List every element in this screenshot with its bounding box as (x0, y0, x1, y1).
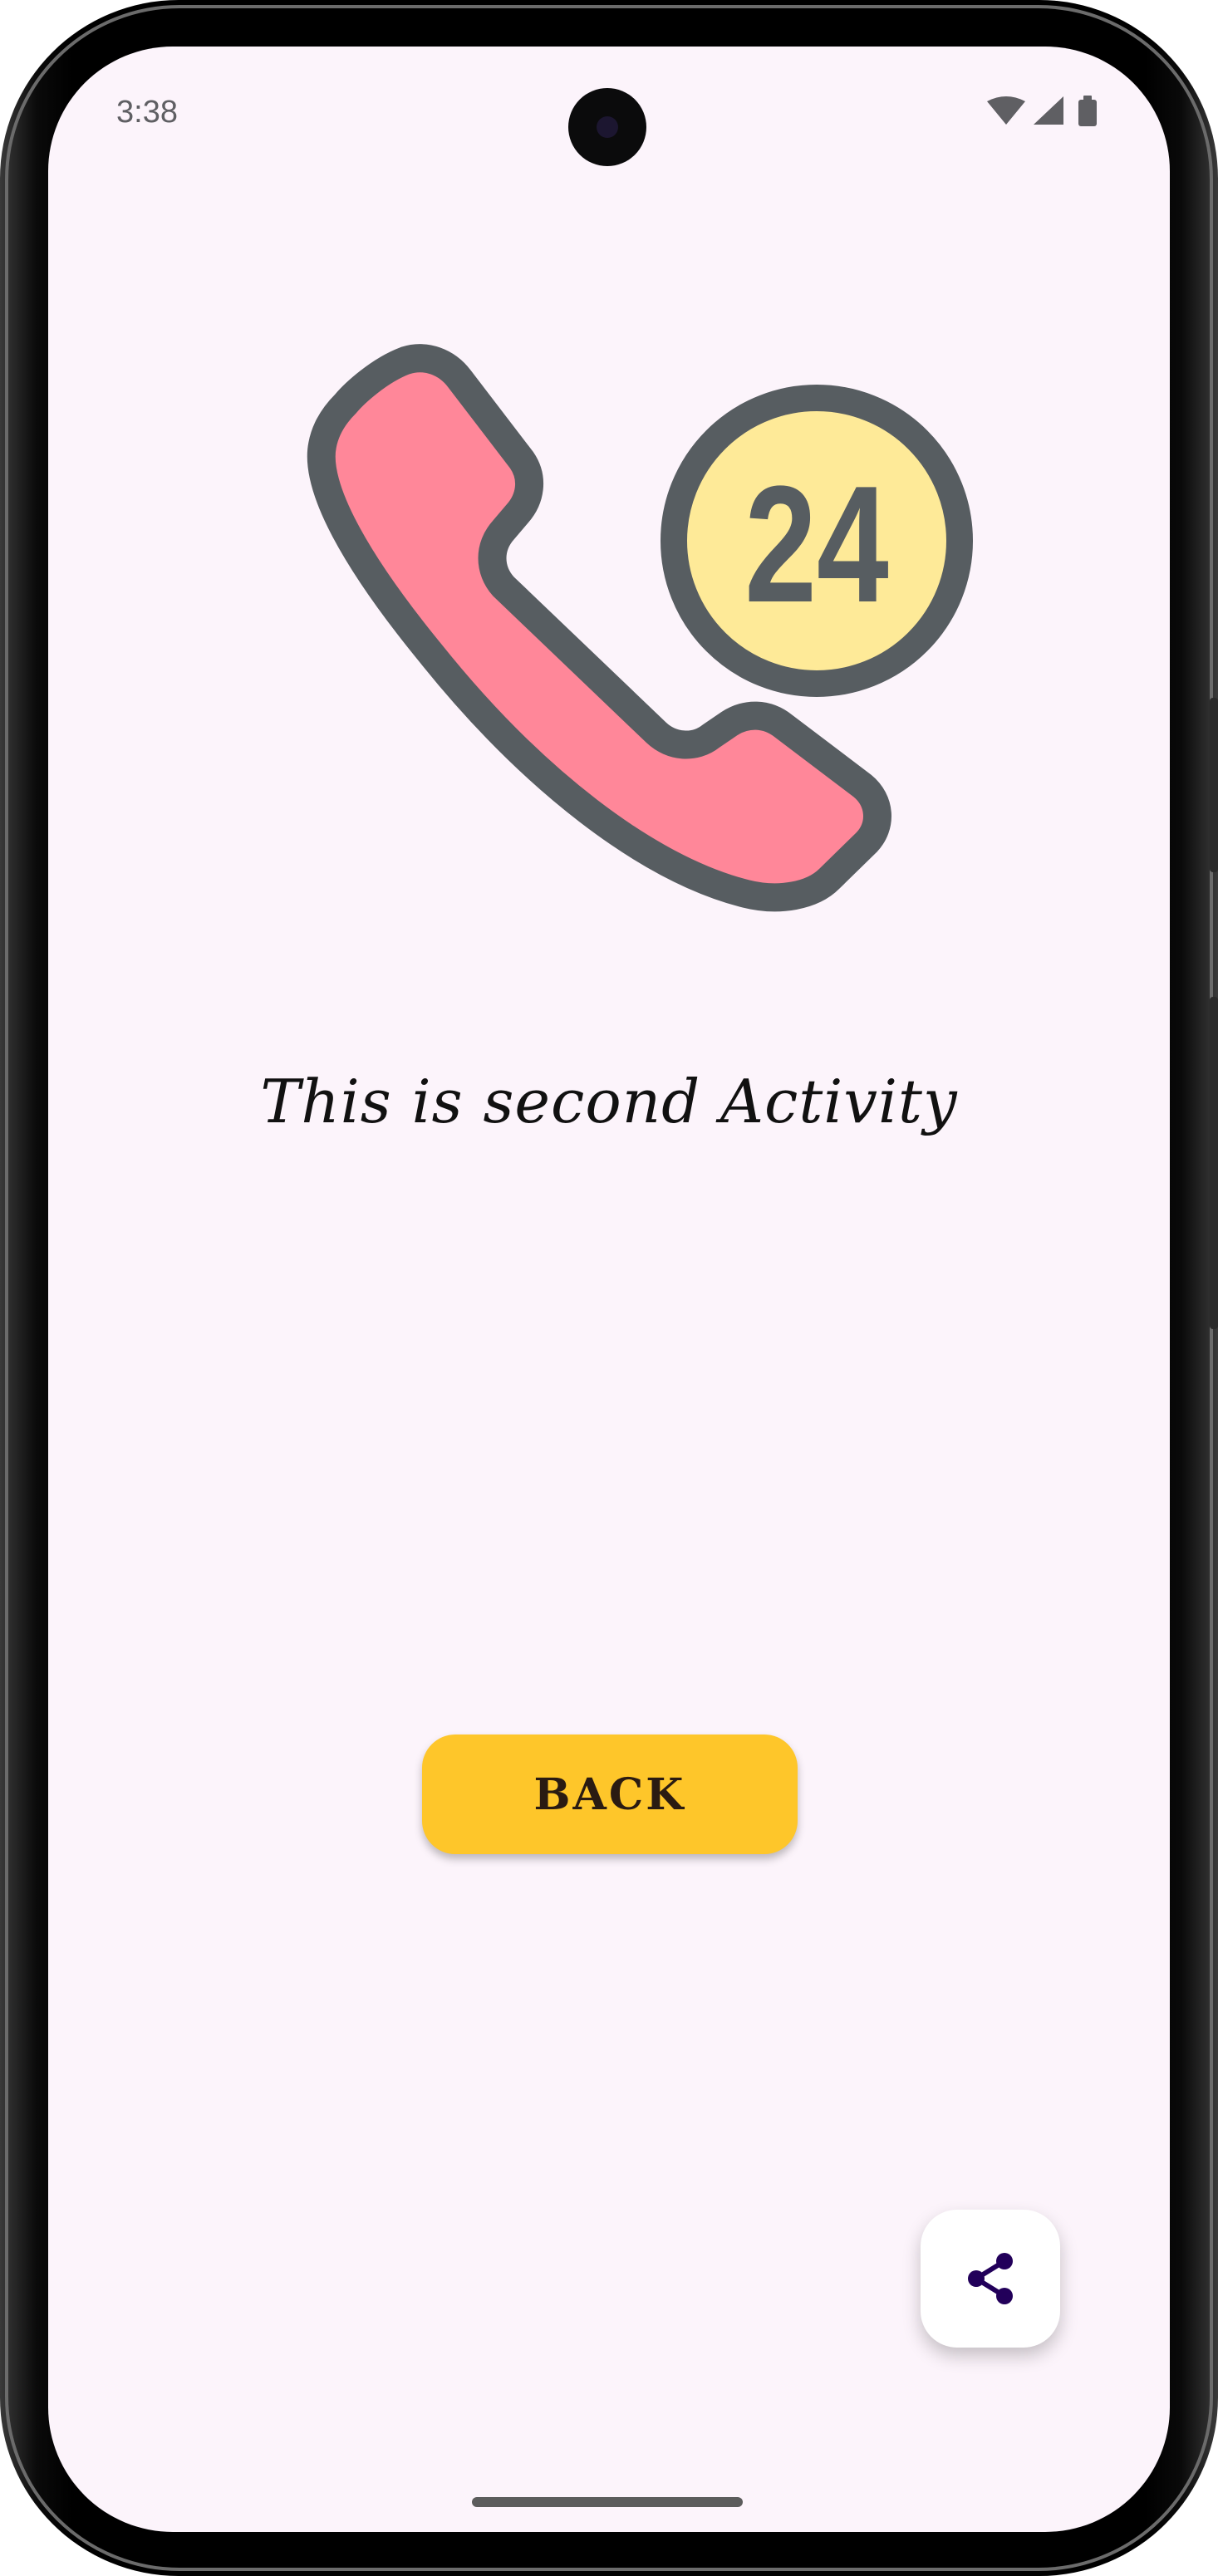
share-icon (968, 2253, 1013, 2304)
cell-signal-icon (1034, 96, 1063, 125)
home-indicator[interactable] (472, 2497, 743, 2507)
share-fab-button[interactable] (921, 2210, 1060, 2348)
battery-icon (1078, 96, 1097, 126)
app-screen: 3:38 24 This is second Activity BACK (48, 47, 1170, 2532)
wifi-icon (987, 96, 1025, 125)
phone-24-hours-icon: 24 (281, 321, 995, 1035)
volume-button (1210, 997, 1218, 1329)
back-button[interactable]: BACK (422, 1735, 798, 1854)
status-time: 3:38 (116, 95, 178, 130)
status-icons (985, 95, 1102, 128)
phone-device: 3:38 24 This is second Activity BACK (0, 0, 1218, 2576)
activity-message: This is second Activity (260, 1067, 958, 1136)
badge-text: 24 (744, 452, 889, 637)
front-camera (568, 88, 646, 166)
power-button (1210, 698, 1218, 872)
